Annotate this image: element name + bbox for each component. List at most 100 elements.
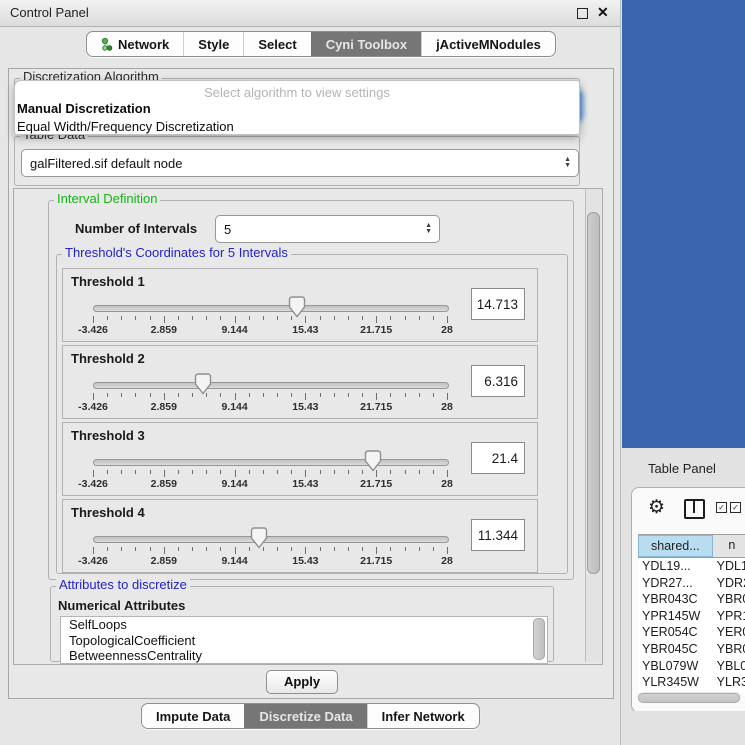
cell-shared-name: YER054C — [638, 624, 713, 641]
table-horizontal-scrollbar[interactable] — [637, 692, 741, 701]
tick-mark — [277, 547, 278, 551]
select-checkbox-icon[interactable]: ✓ — [716, 502, 727, 513]
attributes-group-title: Attributes to discretize — [56, 578, 190, 592]
tab-cyni-toolbox[interactable]: Cyni Toolbox — [311, 32, 421, 56]
apply-button[interactable]: Apply — [266, 670, 338, 694]
table-horizontal-scrollbar-thumb[interactable] — [638, 693, 740, 703]
gear-icon[interactable]: ⚙ — [648, 496, 665, 519]
axis-tick-label: 28 — [441, 401, 453, 413]
tab-label: Select — [258, 37, 296, 52]
slider-thumb[interactable] — [364, 450, 382, 472]
tick-mark — [348, 393, 349, 397]
axis-tick-label: 21.715 — [360, 555, 392, 567]
number-of-intervals-combobox[interactable]: 5 ▲▼ — [215, 215, 440, 243]
tick-mark — [206, 316, 207, 320]
table-row[interactable]: YLR345WYLR3 — [638, 674, 745, 691]
cell-name: YBR0 — [713, 591, 745, 608]
dropdown-option[interactable]: Equal Width/Frequency Discretization — [15, 118, 579, 135]
table-row[interactable]: YBR043CYBR0 — [638, 591, 745, 608]
tick-mark — [362, 316, 363, 320]
slider-track[interactable] — [93, 459, 449, 466]
threshold-value-field[interactable]: 6.316 — [471, 365, 525, 397]
cell-name: YDL1 — [713, 558, 745, 575]
tick-mark — [107, 547, 108, 551]
algorithm-dropdown-popup: Select algorithm to view settings Manual… — [14, 80, 580, 135]
vertical-scrollbar-thumb[interactable] — [587, 212, 600, 574]
table-row[interactable]: YBR045CYBR0 — [638, 641, 745, 658]
tab-network[interactable]: Network — [87, 32, 183, 56]
top-tabbar: Network Style Select Cyni ToolboxjActiveMNo… — [86, 31, 556, 57]
tick-mark — [150, 393, 151, 397]
axis-tick-label: 15.43 — [292, 478, 318, 490]
threshold-value-field[interactable]: 21.4 — [471, 442, 525, 474]
numerical-attributes-list[interactable]: SelfLoopsTopologicalCoefficientBetweenne… — [60, 616, 548, 664]
slider-ticks — [93, 547, 447, 555]
tick-mark — [93, 393, 94, 400]
threshold-value-field[interactable]: 14.713 — [471, 288, 525, 320]
table-row[interactable]: YDR27...YDR2 — [638, 575, 745, 592]
tick-mark — [277, 470, 278, 474]
attribute-list-item[interactable]: BetweennessCentrality — [61, 648, 547, 664]
close-icon[interactable]: ✕ — [597, 4, 609, 21]
tab-label: Network — [118, 37, 169, 52]
tick-mark — [334, 470, 335, 474]
slider-track[interactable] — [93, 305, 449, 312]
axis-tick-label: 2.859 — [151, 324, 177, 336]
attribute-list-item[interactable]: TopologicalCoefficient — [61, 633, 547, 649]
tick-mark — [220, 316, 221, 320]
tab-label: Discretize Data — [259, 709, 352, 724]
split-columns-icon[interactable] — [684, 499, 705, 519]
axis-tick-label: 2.859 — [151, 478, 177, 490]
table-row[interactable]: YDL19...YDL1 — [638, 558, 745, 575]
attribute-list-item[interactable]: SelfLoops — [61, 617, 547, 633]
slider-thumb[interactable] — [288, 296, 306, 318]
tick-mark — [178, 547, 179, 551]
tick-mark — [405, 316, 406, 320]
tab-discretize-data[interactable]: Discretize Data — [244, 704, 366, 728]
table-panel-title: Table Panel — [648, 461, 716, 476]
slider-track[interactable] — [93, 536, 449, 543]
axis-tick-label: 15.43 — [292, 324, 318, 336]
table-data-value: galFiltered.sif default node — [30, 156, 182, 171]
tick-mark — [206, 470, 207, 474]
threshold-value-field[interactable]: 11.344 — [471, 519, 525, 551]
tick-mark — [107, 393, 108, 397]
table-data-combobox[interactable]: galFiltered.sif default node ▲▼ — [21, 149, 579, 177]
cell-shared-name: YBR045C — [638, 641, 713, 658]
slider-track[interactable] — [93, 382, 449, 389]
slider-thumb[interactable] — [250, 527, 268, 549]
column-header-shared-name[interactable]: shared... — [638, 535, 713, 557]
tick-mark — [150, 470, 151, 474]
tick-mark — [192, 547, 193, 551]
axis-tick-label: 9.144 — [221, 324, 247, 336]
float-window-icon[interactable] — [577, 8, 588, 19]
table-row[interactable]: YBL079WYBL0 — [638, 658, 745, 675]
table-row[interactable]: YER054CYER0 — [638, 624, 745, 641]
cell-shared-name: YBL079W — [638, 658, 713, 675]
tick-mark — [121, 547, 122, 551]
tab-impute-data[interactable]: Impute Data — [142, 704, 244, 728]
threshold-label: Threshold 2 — [71, 351, 145, 366]
tick-mark — [390, 316, 391, 320]
node-table: shared... n YDL19...YDL1YDR27...YDR2YBR0… — [638, 534, 745, 694]
network-icon — [101, 37, 113, 51]
tick-mark — [390, 547, 391, 551]
table-panel: ⚙ ✓ ✓ shared... n YDL19...YDL1YDR27...YD… — [631, 487, 745, 713]
tick-mark — [150, 547, 151, 551]
tab-style[interactable]: Style — [183, 32, 243, 56]
attributes-list-scrollbar-thumb[interactable] — [533, 618, 545, 660]
slider-axis-labels: -3.4262.8599.14415.4321.71528 — [93, 401, 447, 413]
axis-tick-label: 2.859 — [151, 555, 177, 567]
slider-thumb[interactable] — [194, 373, 212, 395]
dropdown-placeholder: Select algorithm to view settings — [15, 81, 579, 100]
tab-jactivemnodules[interactable]: jActiveMNodules — [421, 32, 555, 56]
column-header-name[interactable]: n — [713, 535, 745, 557]
network-window-frame: GAL80GACGAL11GAL4GCY1HHAP2 — [622, 0, 745, 448]
tab-select[interactable]: Select — [243, 32, 310, 56]
tick-mark — [419, 316, 420, 320]
tab-infer-network[interactable]: Infer Network — [367, 704, 479, 728]
table-row[interactable]: YPR145WYPR1 — [638, 608, 745, 625]
select-checkbox-icon[interactable]: ✓ — [730, 502, 741, 513]
axis-tick-label: -3.426 — [78, 401, 108, 413]
dropdown-option[interactable]: Manual Discretization — [15, 100, 579, 118]
